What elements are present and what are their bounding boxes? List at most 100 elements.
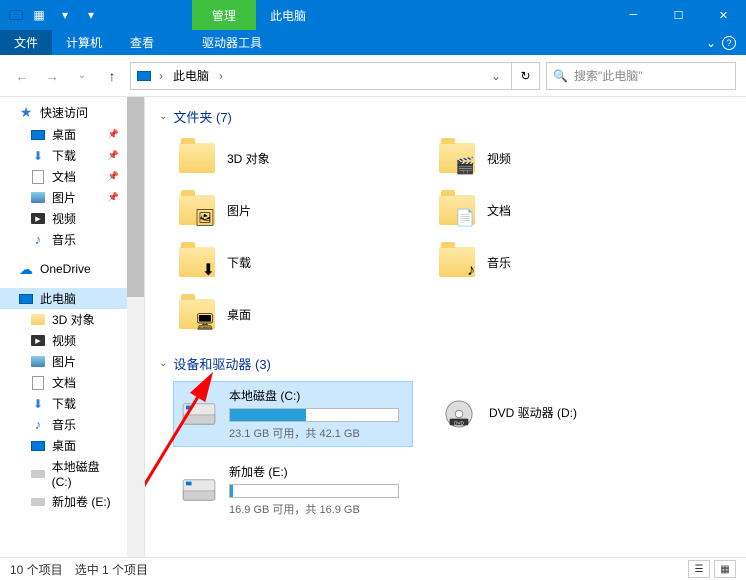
sidebar-item-label: 文档 — [52, 374, 76, 391]
sidebar-item-label: 视频 — [52, 332, 76, 349]
sidebar-item-label: 视频 — [52, 210, 76, 227]
sidebar-item[interactable]: ♪音乐 — [0, 229, 127, 250]
sidebar-scrollbar[interactable] — [127, 97, 144, 557]
nav-back-button[interactable]: ← — [10, 64, 34, 88]
navigation-pane: ★ 快速访问 桌面⬇下载文档图片▶视频♪音乐 ☁ OneDrive 此电脑 3D… — [0, 97, 145, 557]
sidebar-item[interactable]: 桌面 — [0, 124, 127, 145]
sidebar-item-label: 下载 — [52, 147, 76, 164]
folder-item[interactable]: 🎬视频 — [433, 134, 673, 182]
sidebar-item[interactable]: 图片 — [0, 187, 127, 208]
folder-label: 文档 — [487, 202, 511, 219]
nav-forward-button[interactable]: → — [40, 64, 64, 88]
sidebar-item-label: 图片 — [52, 189, 76, 206]
breadcrumb-this-pc[interactable]: 此电脑 — [169, 67, 213, 84]
sidebar-item-label: 下载 — [52, 395, 76, 412]
qat-customize-icon[interactable]: ▾ — [80, 4, 102, 26]
sidebar-item[interactable]: ⬇ 下载 — [0, 145, 127, 166]
titlebar: ▦ ▾ ▾ 管理 此电脑 ─ ☐ ✕ — [0, 0, 746, 30]
star-icon: ★ — [18, 105, 34, 121]
vid-icon: ▶ — [30, 211, 46, 227]
address-bar[interactable]: › 此电脑 › ⌄ — [130, 62, 512, 90]
address-dropdown-icon[interactable]: ⌄ — [485, 69, 507, 83]
sidebar-item-label: 桌面 — [52, 126, 76, 143]
sidebar-item[interactable]: 图片 — [0, 351, 127, 372]
folder-label: 图片 — [227, 202, 251, 219]
music-icon: ♪ — [30, 417, 46, 433]
sidebar-item[interactable]: ♪ 音乐 — [0, 414, 127, 435]
drive-item[interactable]: DVDDVD 驱动器 (D:) — [433, 381, 673, 447]
status-bar: 10 个项目 选中 1 个项目 ☰ ▦ — [0, 557, 746, 580]
search-icon: 🔍 — [553, 69, 568, 83]
download-icon: ⬇ — [30, 148, 46, 164]
minimize-button[interactable]: ─ — [611, 0, 656, 30]
chevron-down-icon: ⌄ — [159, 111, 167, 122]
drive-usage-text: 16.9 GB 可用，共 16.9 GB — [229, 501, 407, 517]
sidebar-item[interactable]: ▶ 视频 — [0, 208, 127, 229]
sidebar-item[interactable]: 文档 — [0, 166, 127, 187]
search-input[interactable]: 🔍 搜索"此电脑" — [546, 62, 736, 90]
nav-up-button[interactable]: ↑ — [100, 64, 124, 88]
music-icon: ♪ — [30, 232, 46, 248]
folder-label: 3D 对象 — [227, 150, 270, 167]
sidebar-scroll-thumb[interactable] — [127, 97, 144, 297]
close-button[interactable]: ✕ — [701, 0, 746, 30]
folder-item[interactable]: 🖥 桌面 — [173, 290, 413, 338]
view-tiles-button[interactable]: ▦ — [714, 560, 736, 578]
section-folders-label: 文件夹 (7) — [173, 107, 232, 126]
ribbon-tab-view[interactable]: 查看 — [116, 30, 168, 55]
search-placeholder: 搜索"此电脑" — [574, 67, 643, 84]
sidebar-item[interactable]: 本地磁盘 (C:) — [0, 456, 127, 491]
sidebar-item[interactable]: ⬇下载 — [0, 393, 127, 414]
drive-item[interactable]: 新加卷 (E:) 16.9 GB 可用，共 16.9 GB — [173, 457, 413, 523]
folder-item[interactable]: ♪音乐 — [433, 238, 673, 286]
folder-icon — [177, 138, 217, 178]
content-pane: ⌄ 文件夹 (7) 3D 对象 🎬视频 🖼图片 📄 文档 ⬇下载 ♪音乐 🖥 桌面 ⌄ 设备和驱… — [145, 97, 746, 557]
ribbon-expand-icon[interactable]: ⌄ — [706, 36, 716, 50]
sidebar-item[interactable]: ▶视频 — [0, 330, 127, 351]
folder-label: 桌面 — [227, 306, 251, 323]
address-row: ← → ⌄ ↑ › 此电脑 › ⌄ ↻ 🔍 搜索"此电脑" — [0, 55, 746, 97]
drive-usage-text: 23.1 GB 可用，共 42.1 GB — [229, 425, 407, 441]
breadcrumb-sep-icon[interactable]: › — [159, 69, 163, 83]
section-drives[interactable]: ⌄ 设备和驱动器 (3) — [159, 354, 732, 373]
section-folders[interactable]: ⌄ 文件夹 (7) — [159, 107, 732, 126]
folder-item[interactable]: 📄 文档 — [433, 186, 673, 234]
folder-item[interactable]: 3D 对象 — [173, 134, 413, 182]
ribbon-help-icon[interactable]: ? — [722, 36, 736, 50]
monitor-icon — [18, 291, 34, 307]
qat-new-folder-icon[interactable]: ▾ — [54, 4, 76, 26]
status-selected-count: 选中 1 个项目 — [75, 561, 148, 578]
qat-properties-icon[interactable]: ▦ — [28, 4, 50, 26]
pic-icon — [30, 354, 46, 370]
view-details-button[interactable]: ☰ — [688, 560, 710, 578]
sidebar-item-label: 桌面 — [52, 437, 76, 454]
sidebar-this-pc[interactable]: 此电脑 — [0, 288, 127, 309]
sidebar-item[interactable]: 桌面 — [0, 435, 127, 456]
sidebar-item[interactable]: 文档 — [0, 372, 127, 393]
folder-item[interactable]: 🖼图片 — [173, 186, 413, 234]
ribbon-tab-drive-tools[interactable]: 驱动器工具 — [188, 30, 276, 55]
nav-recent-button[interactable]: ⌄ — [70, 64, 94, 88]
folder-icon: 📄 — [437, 190, 477, 230]
context-tab-manage: 管理 — [192, 0, 256, 30]
maximize-button[interactable]: ☐ — [656, 0, 701, 30]
refresh-button[interactable]: ↻ — [512, 62, 540, 90]
folder-label: 视频 — [487, 150, 511, 167]
ribbon-tab-file[interactable]: 文件 — [0, 30, 52, 55]
folder-item[interactable]: ⬇下载 — [173, 238, 413, 286]
sidebar-item-label: 音乐 — [52, 416, 76, 433]
desktop-icon — [30, 438, 46, 454]
sidebar-quick-access[interactable]: ★ 快速访问 — [0, 101, 127, 124]
ribbon-tab-computer[interactable]: 计算机 — [52, 30, 116, 55]
sidebar-onedrive[interactable]: ☁ OneDrive — [0, 258, 127, 280]
drive-usage-bar — [229, 408, 399, 422]
doc-icon — [30, 375, 46, 391]
drive-icon — [30, 466, 46, 482]
drive-name: DVD 驱动器 (D:) — [489, 404, 667, 421]
breadcrumb-sep-icon[interactable]: › — [219, 69, 223, 83]
drive-name: 新加卷 (E:) — [229, 463, 407, 480]
drive-item[interactable]: 本地磁盘 (C:)23.1 GB 可用，共 42.1 GB — [173, 381, 413, 447]
sidebar-item[interactable]: 3D 对象 — [0, 309, 127, 330]
folder-icon: 🖥 — [177, 294, 217, 334]
sidebar-item[interactable]: 新加卷 (E:) — [0, 491, 127, 512]
